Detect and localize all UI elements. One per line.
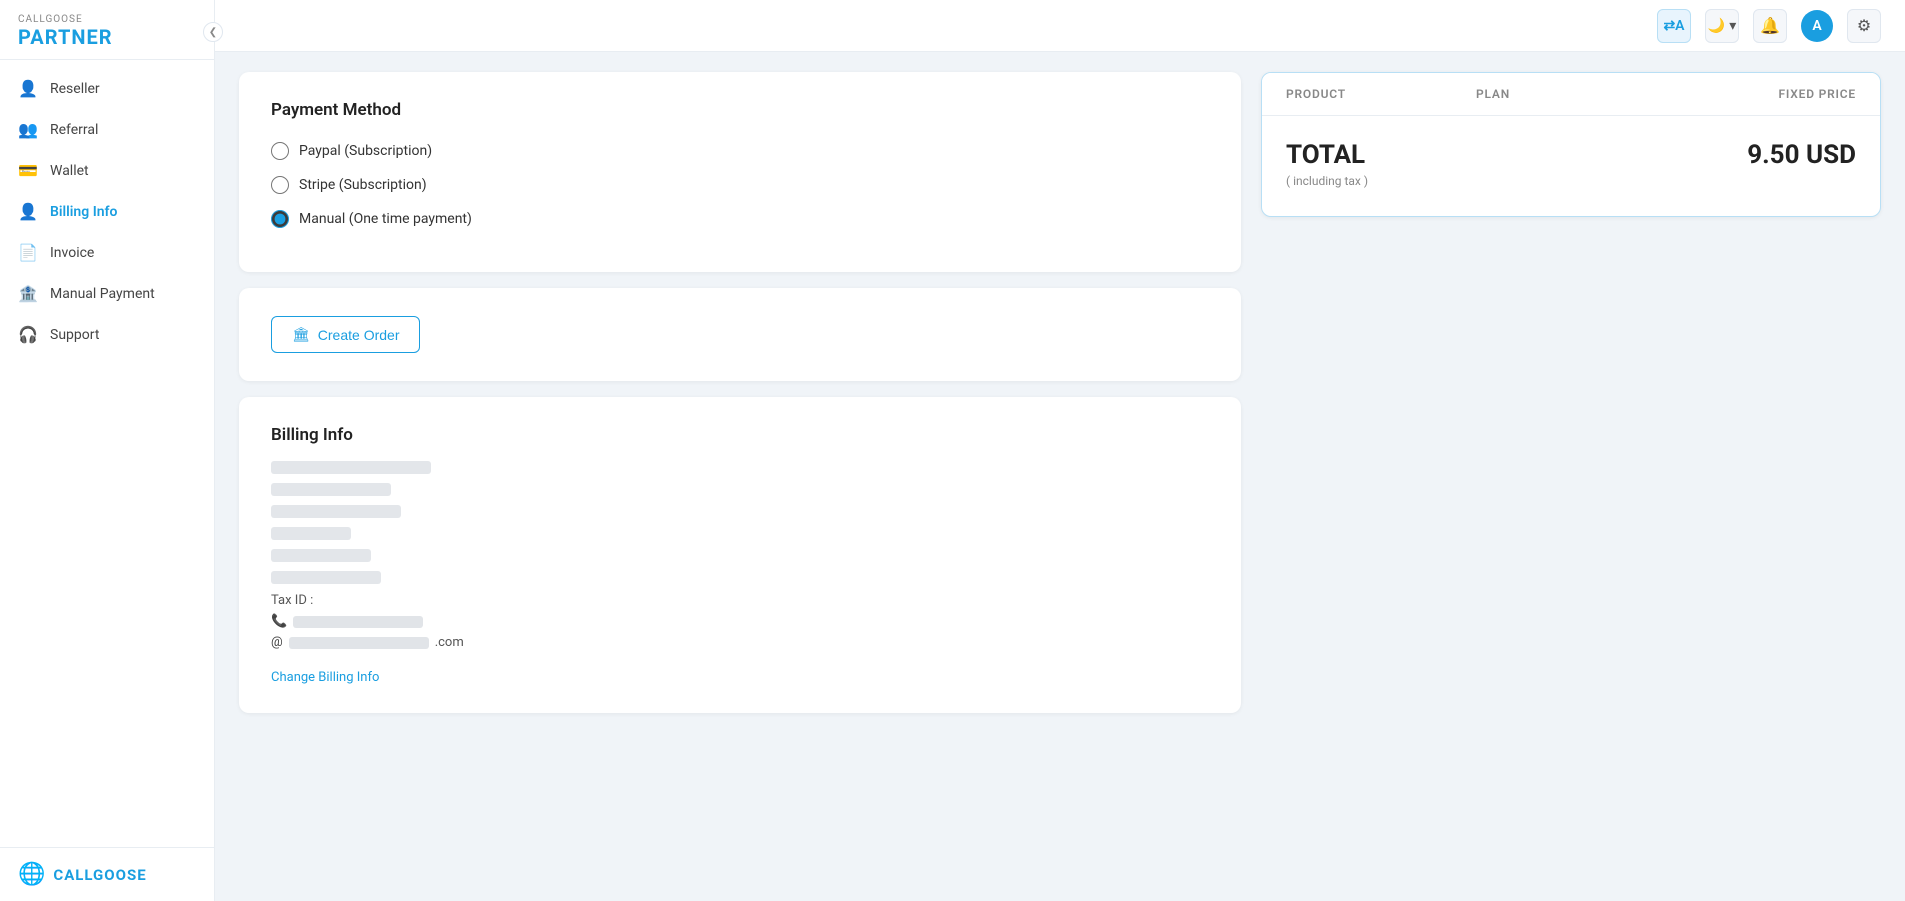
sidebar-item-billing-info[interactable]: 👤 Billing Info xyxy=(0,191,214,232)
payment-label-stripe: Stripe (Subscription) xyxy=(299,177,427,193)
sidebar-nav: 👤 Reseller 👥 Referral 💳 Wallet 👤 Billing Info 📄 I… xyxy=(0,60,214,847)
total-info: TOTAL ( including tax ) xyxy=(1286,140,1476,188)
manual-payment-icon: 🏦 xyxy=(18,284,38,303)
create-order-label: Create Order xyxy=(318,327,400,343)
theme-button[interactable]: 🌙 ▾ xyxy=(1705,9,1739,43)
invoice-icon: 📄 xyxy=(18,243,38,262)
blurred-row-2 xyxy=(271,505,401,518)
email-value-blurred xyxy=(289,637,429,649)
sidebar-item-wallet[interactable]: 💳 Wallet xyxy=(0,150,214,191)
moon-icon: 🌙 xyxy=(1708,18,1725,34)
phone-value-blurred xyxy=(293,616,423,628)
email-field: @ .com xyxy=(271,635,1209,650)
main-area: ⇄A 🌙 ▾ 🔔 A ⚙ Payment Method Paypal (Subs… xyxy=(215,0,1905,901)
phone-field: 📞 xyxy=(271,614,1209,629)
email-domain: .com xyxy=(435,635,464,650)
sidebar-item-label: Invoice xyxy=(50,245,94,261)
notification-button[interactable]: 🔔 xyxy=(1753,9,1787,43)
email-icon: @ xyxy=(271,635,283,650)
summary-body: TOTAL ( including tax ) 9.50 USD xyxy=(1262,116,1880,216)
sidebar: CALLGOOSE PARTNER 👤 Reseller 👥 Referral 💳 Wal… xyxy=(0,0,215,901)
phone-icon: 📞 xyxy=(271,614,287,629)
sidebar-item-manual-payment[interactable]: 🏦 Manual Payment xyxy=(0,273,214,314)
blurred-row-0 xyxy=(271,461,431,474)
topbar: ⇄A 🌙 ▾ 🔔 A ⚙ xyxy=(215,0,1905,52)
col-product: PRODUCT xyxy=(1286,87,1476,101)
payment-option-paypal[interactable]: Paypal (Subscription) xyxy=(271,142,1209,160)
total-label: TOTAL xyxy=(1286,140,1476,170)
content-area: Payment Method Paypal (Subscription) Stri… xyxy=(215,52,1905,901)
company-label: CALLGOOSE xyxy=(18,14,196,25)
blurred-row-5 xyxy=(271,571,381,584)
sidebar-item-label: Referral xyxy=(50,122,98,138)
reseller-icon: 👤 xyxy=(18,79,38,98)
total-amount: 9.50 USD xyxy=(1666,140,1856,170)
create-order-button[interactable]: 🏛 Create Order xyxy=(271,316,420,353)
total-tax-note: ( including tax ) xyxy=(1286,174,1476,188)
summary-header: PRODUCT PLAN FIXED PRICE xyxy=(1262,73,1880,116)
sidebar-item-invoice[interactable]: 📄 Invoice xyxy=(0,232,214,273)
payment-method-title: Payment Method xyxy=(271,100,1209,120)
sidebar-footer: 🌐 CALLGOOSE xyxy=(0,847,214,901)
tax-id-label: Tax ID : xyxy=(271,593,313,608)
sidebar-item-label: Wallet xyxy=(50,163,89,179)
summary-card: PRODUCT PLAN FIXED PRICE TOTAL ( includi… xyxy=(1261,72,1881,217)
language-button[interactable]: ⇄A xyxy=(1657,9,1691,43)
sidebar-item-reseller[interactable]: 👤 Reseller xyxy=(0,68,214,109)
avatar[interactable]: A xyxy=(1801,10,1833,42)
sidebar-item-support[interactable]: 🎧 Support xyxy=(0,314,214,355)
payment-label-manual: Manual (One time payment) xyxy=(299,211,472,227)
settings-button[interactable]: ⚙ xyxy=(1847,9,1881,43)
blurred-rows xyxy=(271,461,1209,584)
total-row: TOTAL ( including tax ) 9.50 USD xyxy=(1286,140,1856,188)
sidebar-item-label: Reseller xyxy=(50,81,100,97)
blurred-row-3 xyxy=(271,527,351,540)
bank-icon: 🏛 xyxy=(292,326,310,343)
brand-name: PARTNER xyxy=(18,25,196,49)
gear-icon: ⚙ xyxy=(1857,16,1871,35)
billing-info-title: Billing Info xyxy=(271,425,1209,445)
col-plan: PLAN xyxy=(1476,87,1666,101)
billing-info-icon: 👤 xyxy=(18,202,38,221)
change-billing-info-link[interactable]: Change Billing Info xyxy=(271,670,379,685)
tax-id-field: Tax ID : xyxy=(271,593,1209,608)
referral-icon: 👥 xyxy=(18,120,38,139)
globe-icon: 🌐 xyxy=(18,862,45,887)
content-right: PRODUCT PLAN FIXED PRICE TOTAL ( includi… xyxy=(1261,72,1881,217)
payment-options: Paypal (Subscription) Stripe (Subscriptio… xyxy=(271,142,1209,228)
sidebar-item-label: Manual Payment xyxy=(50,286,155,302)
payment-option-stripe[interactable]: Stripe (Subscription) xyxy=(271,176,1209,194)
radio-paypal[interactable] xyxy=(271,142,289,160)
blurred-row-4 xyxy=(271,549,371,562)
sidebar-logo: CALLGOOSE PARTNER xyxy=(0,0,214,60)
content-left: Payment Method Paypal (Subscription) Stri… xyxy=(239,72,1241,713)
billing-info-card: Billing Info Tax ID : 📞 @ .com Change Bi… xyxy=(239,397,1241,713)
translate-icon: ⇄A xyxy=(1663,18,1684,34)
radio-stripe[interactable] xyxy=(271,176,289,194)
support-icon: 🎧 xyxy=(18,325,38,344)
payment-label-paypal: Paypal (Subscription) xyxy=(299,143,432,159)
footer-brand-name: CALLGOOSE xyxy=(53,866,146,884)
bell-icon: 🔔 xyxy=(1760,16,1780,35)
radio-manual[interactable] xyxy=(271,210,289,228)
theme-chevron-icon: ▾ xyxy=(1729,18,1736,34)
sidebar-item-label: Support xyxy=(50,327,99,343)
payment-method-card: Payment Method Paypal (Subscription) Stri… xyxy=(239,72,1241,272)
sidebar-item-referral[interactable]: 👥 Referral xyxy=(0,109,214,150)
blurred-row-1 xyxy=(271,483,391,496)
col-fixed-price: FIXED PRICE xyxy=(1666,87,1856,101)
sidebar-item-label: Billing Info xyxy=(50,204,117,220)
sidebar-collapse-button[interactable]: ❮ xyxy=(203,22,223,42)
payment-option-manual[interactable]: Manual (One time payment) xyxy=(271,210,1209,228)
create-order-section: 🏛 Create Order xyxy=(239,288,1241,381)
wallet-icon: 💳 xyxy=(18,161,38,180)
